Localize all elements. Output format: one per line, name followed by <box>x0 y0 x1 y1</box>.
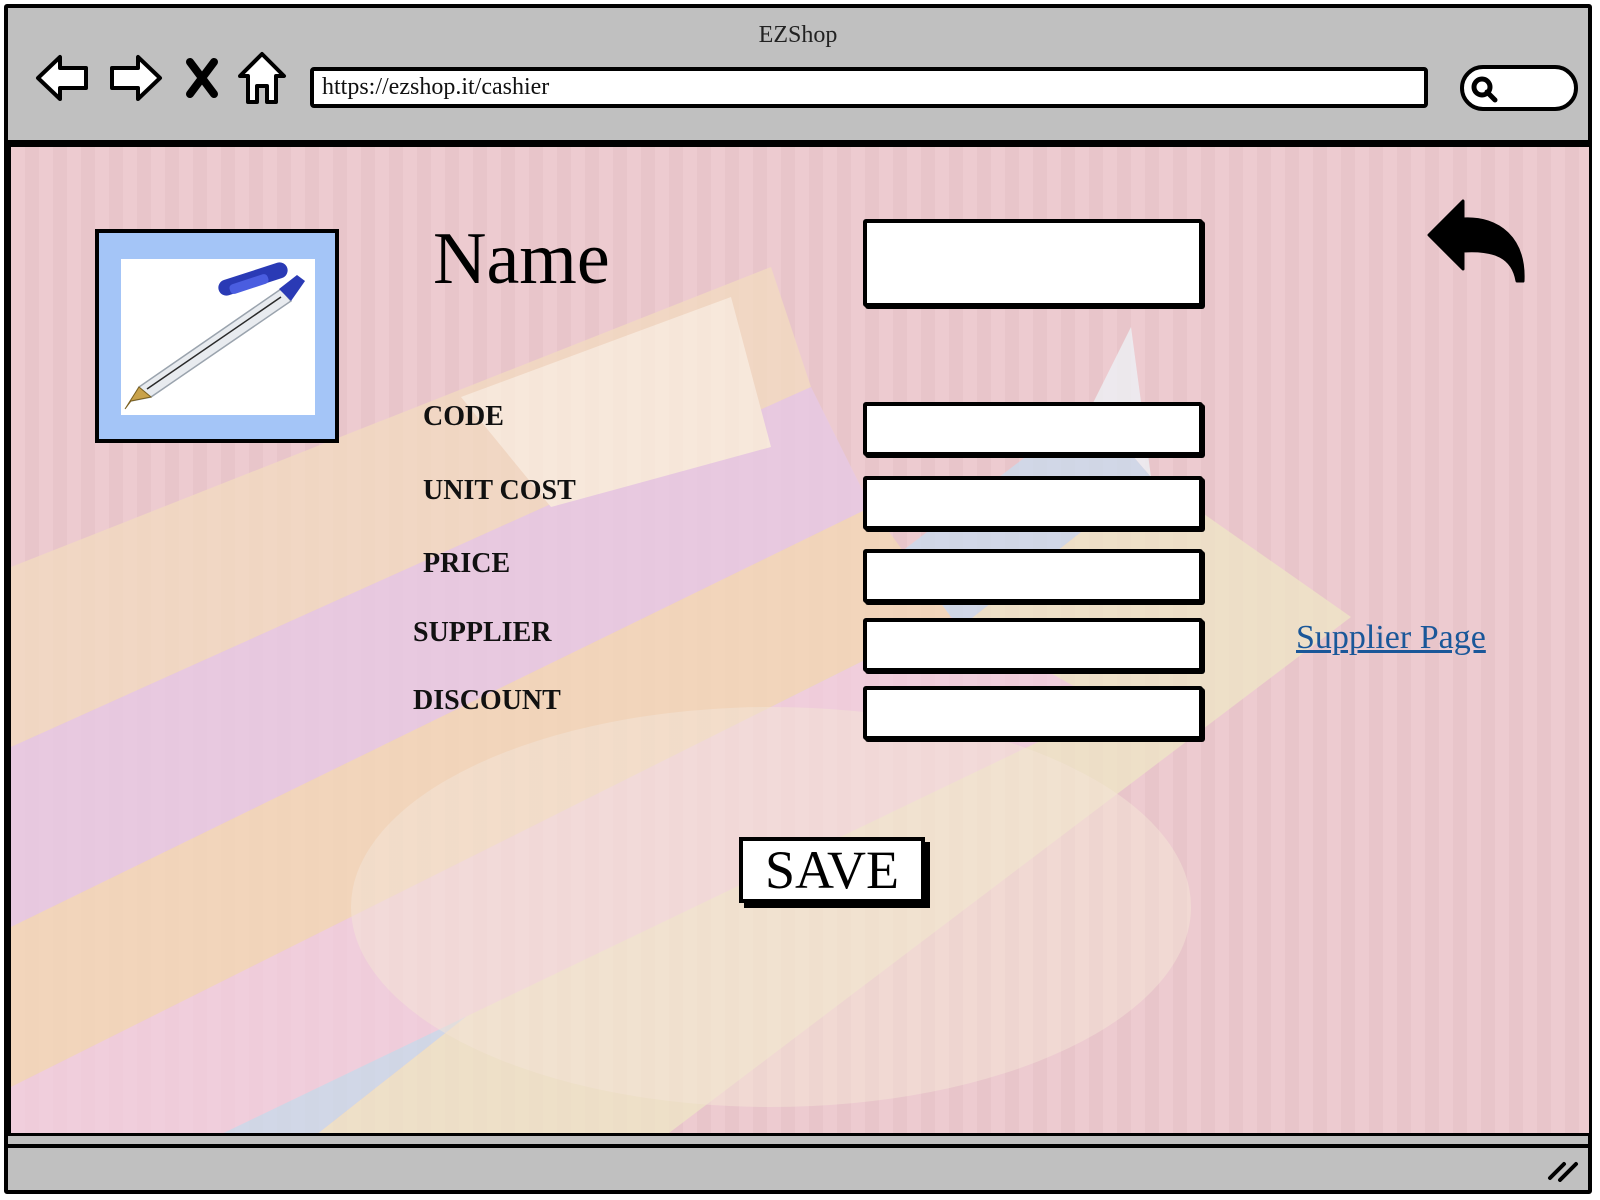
supplier-page-link[interactable]: Supplier Page <box>1296 619 1486 657</box>
search-box[interactable] <box>1460 65 1578 111</box>
back-nav-button[interactable] <box>32 48 92 108</box>
save-button[interactable]: SAVE <box>739 837 925 903</box>
resize-grip-icon[interactable] <box>1544 1154 1580 1182</box>
price-label: PRICE <box>423 548 511 579</box>
arrow-left-icon <box>36 55 88 101</box>
url-text: https://ezshop.it/cashier <box>322 74 550 100</box>
status-bar-divider <box>8 1144 1588 1148</box>
page-content: Name CODE UNIT COST PRICE SUPPLIER DISCO… <box>8 144 1592 1136</box>
home-nav-button[interactable] <box>232 48 292 108</box>
unit-cost-label: UNIT COST <box>423 475 576 506</box>
close-icon <box>186 58 218 98</box>
address-bar[interactable]: https://ezshop.it/cashier <box>310 67 1428 108</box>
window-title: EZShop <box>758 22 838 48</box>
arrow-right-icon <box>110 55 162 101</box>
unit-cost-input[interactable] <box>863 476 1203 530</box>
return-button[interactable] <box>1425 195 1535 291</box>
undo-arrow-icon <box>1427 199 1525 283</box>
price-input[interactable] <box>863 549 1203 603</box>
save-button-label: SAVE <box>764 840 900 900</box>
stop-nav-button[interactable] <box>172 48 232 108</box>
supplier-label: SUPPLIER <box>413 617 552 648</box>
discount-input[interactable] <box>863 686 1203 740</box>
name-input[interactable] <box>863 219 1203 307</box>
code-input[interactable] <box>863 402 1203 456</box>
product-image-frame <box>95 229 339 443</box>
discount-label: DISCOUNT <box>413 685 561 716</box>
forward-nav-button[interactable] <box>106 48 166 108</box>
code-label: CODE <box>423 401 504 432</box>
home-icon <box>238 52 286 104</box>
name-label: Name <box>433 218 610 300</box>
pen-image <box>121 259 315 415</box>
pen-icon <box>124 262 305 410</box>
supplier-input[interactable] <box>863 618 1203 672</box>
search-icon <box>1471 76 1498 103</box>
